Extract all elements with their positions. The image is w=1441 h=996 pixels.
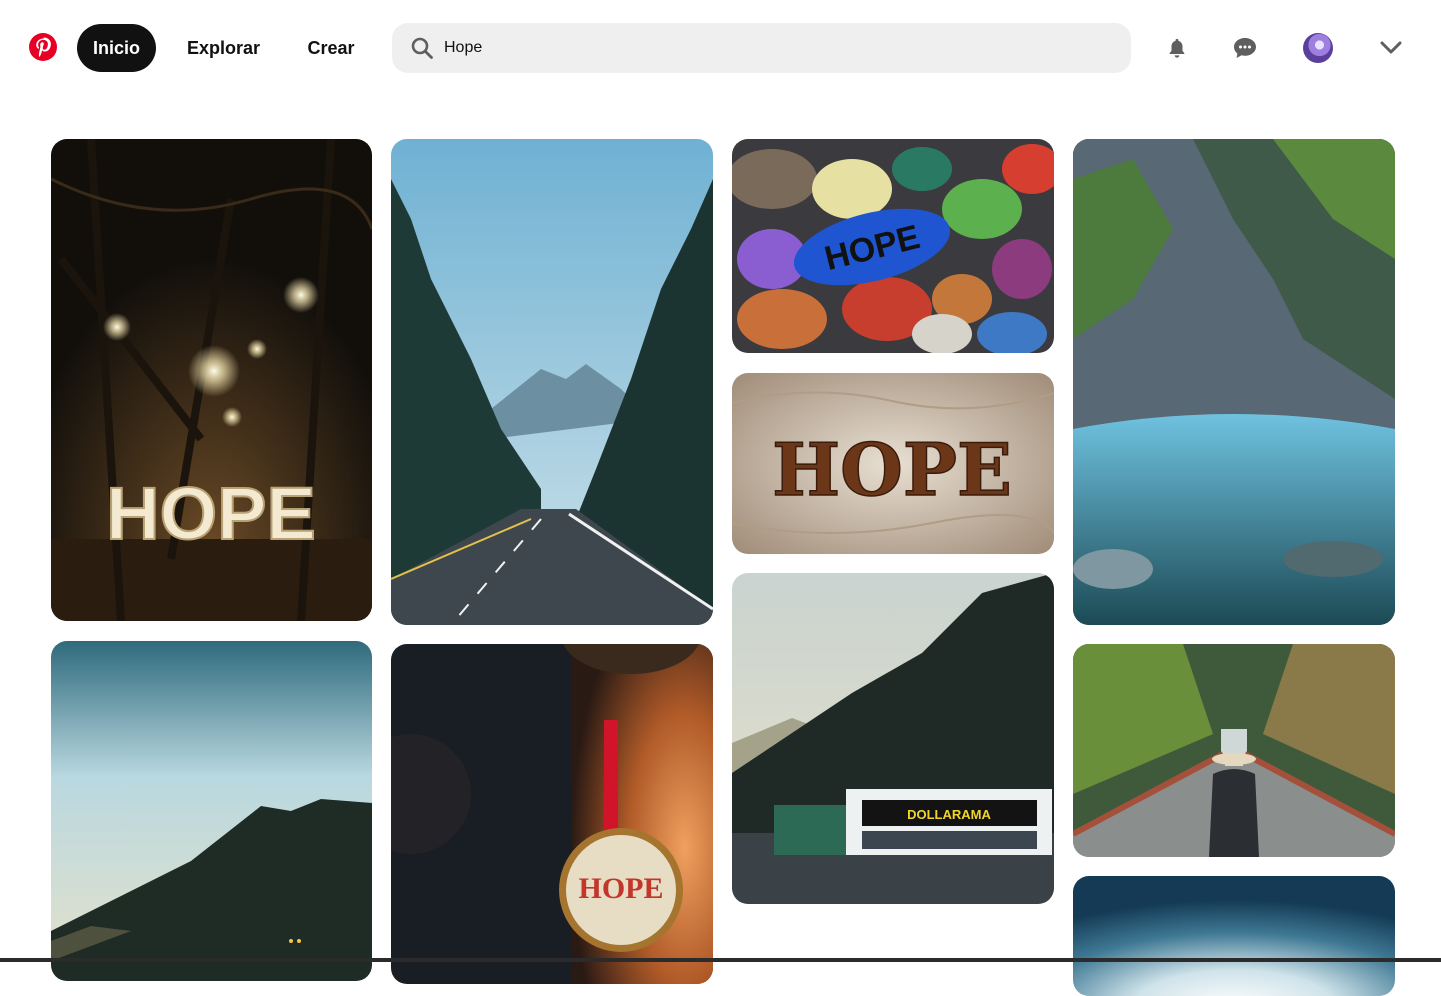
chat-bubble-icon — [1234, 38, 1256, 58]
nav-explore-label: Explorar — [186, 37, 261, 58]
pin-image — [391, 139, 713, 625]
nav-home-label: Inicio — [92, 37, 140, 58]
pin-hope-marquee-lights[interactable]: HOPE — [51, 139, 372, 621]
window-bottom-edge — [0, 958, 1441, 962]
pin-image — [51, 641, 372, 981]
nav-explore-button[interactable]: Explorar — [170, 24, 277, 72]
pin-text: HOPE — [106, 472, 316, 555]
nav-home-button[interactable]: Inicio — [77, 24, 156, 72]
messages-button[interactable] — [1221, 24, 1269, 72]
pin-text: HOPE — [578, 872, 663, 905]
pin-bridge-canyon-hat[interactable] — [1073, 644, 1395, 857]
pin-image — [1073, 876, 1395, 996]
pin-mountain-highway[interactable] — [391, 139, 713, 625]
pin-image — [1073, 139, 1395, 625]
pin-dollarama-mountain[interactable]: DOLLARAMA — [732, 573, 1054, 904]
search-bar[interactable] — [392, 23, 1131, 73]
pin-image: HOPE — [732, 373, 1054, 554]
bell-icon — [1169, 38, 1185, 58]
chevron-down-icon — [1380, 41, 1402, 54]
pin-image — [1073, 644, 1395, 857]
pin-text: HOPE — [772, 427, 1012, 512]
pin-image: HOPE — [391, 644, 713, 984]
pin-image: HOPE — [51, 139, 372, 621]
pinterest-logo[interactable] — [28, 32, 58, 62]
top-nav-bar: Inicio Explorar Crear — [0, 0, 1441, 96]
pin-painted-rocks-hope[interactable]: HOPE — [732, 139, 1054, 353]
pin-image: HOPE — [732, 139, 1054, 353]
nav-create-button[interactable]: Crear — [290, 24, 372, 72]
avatar — [1303, 33, 1333, 63]
pin-text: DOLLARAMA — [907, 807, 991, 822]
search-icon — [411, 37, 433, 59]
pin-canyon-river[interactable] — [1073, 139, 1395, 625]
search-input[interactable] — [442, 38, 1086, 58]
account-menu-button[interactable] — [1367, 24, 1415, 72]
nav-create-label: Crear — [307, 37, 355, 58]
pin-image: DOLLARAMA — [732, 573, 1054, 904]
pin-hope-carved-wood[interactable]: HOPE — [732, 373, 1054, 554]
pin-hope-cross-stitch-ornament[interactable]: HOPE — [391, 644, 713, 984]
pin-blue-sky-glow[interactable] — [1073, 876, 1395, 996]
pin-mountain-slope-sky[interactable] — [51, 641, 372, 981]
notifications-button[interactable] — [1153, 24, 1201, 72]
profile-button[interactable] — [1294, 24, 1342, 72]
